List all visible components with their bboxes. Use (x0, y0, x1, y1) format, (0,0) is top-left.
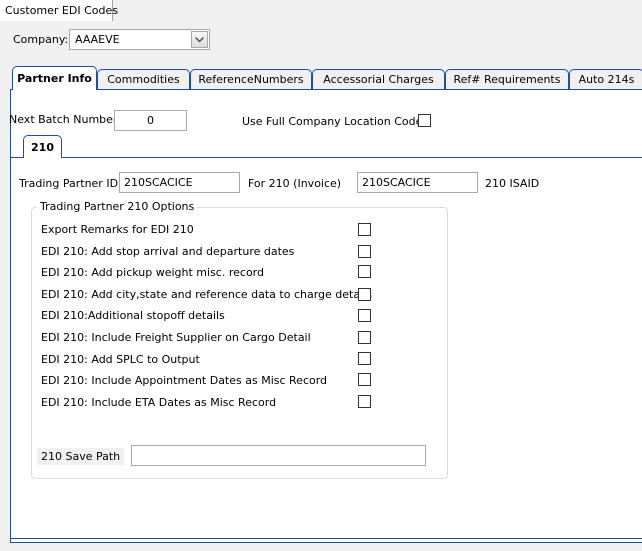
option-label: EDI 210: Include ETA Dates as Misc Recor… (41, 396, 277, 409)
option-label: Export Remarks for EDI 210 (41, 223, 194, 236)
document-tab-customer-edi-codes[interactable]: Customer EDI Codes (0, 0, 118, 21)
option-checkbox-export-remarks[interactable] (358, 223, 371, 236)
tab-accessorial-charges[interactable]: Accessorial Charges (312, 69, 445, 89)
option-label: EDI 210: Add pickup weight misc. record (41, 266, 264, 279)
tab-ref-requirements[interactable]: Ref# Requirements (445, 69, 569, 89)
option-checkbox-appointment-dates[interactable] (358, 373, 371, 386)
option-checkbox-eta-dates[interactable] (358, 395, 371, 408)
company-value: AAAEVE (75, 33, 120, 46)
company-label: Company: (13, 33, 69, 46)
next-batch-input[interactable]: 0 (114, 110, 187, 131)
save-path-input[interactable] (131, 445, 426, 466)
options-group-title: Trading Partner 210 Options (37, 200, 198, 213)
option-label: EDI 210: Add stop arrival and departure … (41, 245, 295, 258)
tab-commodities[interactable]: Commodities (97, 69, 190, 89)
full-location-checkbox[interactable] (418, 114, 431, 127)
option-checkbox-city-state[interactable] (358, 288, 371, 301)
trading-partner-id-input[interactable]: 210SCACICE (119, 172, 240, 193)
option-checkbox-stopoff-details[interactable] (358, 309, 371, 322)
option-label: EDI 210: Include Freight Supplier on Car… (41, 331, 311, 344)
option-label: EDI 210:Additional stopoff details (41, 309, 225, 322)
option-label: EDI 210: Add city,state and reference da… (41, 288, 372, 301)
subtab-210[interactable]: 210 (23, 135, 62, 158)
trading-partner-id-label: Trading Partner ID: (19, 177, 122, 190)
company-combobox[interactable]: AAAEVE (69, 29, 210, 50)
full-location-label: Use Full Company Location Codes (242, 115, 429, 128)
isaid-label: 210 ISAID (485, 177, 540, 190)
for-210-invoice-label: For 210 (Invoice) (248, 177, 342, 190)
option-label: EDI 210: Add SPLC to Output (41, 353, 200, 366)
option-checkbox-stop-dates[interactable] (358, 245, 371, 258)
isaid-input[interactable]: 210SCACICE (357, 172, 478, 193)
option-label: EDI 210: Include Appointment Dates as Mi… (41, 374, 328, 387)
tab-auto-214s[interactable]: Auto 214s (569, 69, 642, 89)
option-checkbox-pickup-weight[interactable] (358, 265, 371, 278)
next-batch-label: Next Batch Number: (9, 113, 121, 126)
save-path-label: 210 Save Path (37, 448, 125, 465)
document-tabstrip: Customer EDI Codes (0, 0, 642, 21)
tab-reference-numbers[interactable]: ReferenceNumbers (190, 69, 312, 89)
tab-partner-info[interactable]: Partner Info (12, 66, 97, 90)
option-checkbox-freight-supplier[interactable] (358, 331, 371, 344)
option-checkbox-splc[interactable] (358, 352, 371, 365)
chevron-down-icon[interactable] (191, 31, 208, 48)
